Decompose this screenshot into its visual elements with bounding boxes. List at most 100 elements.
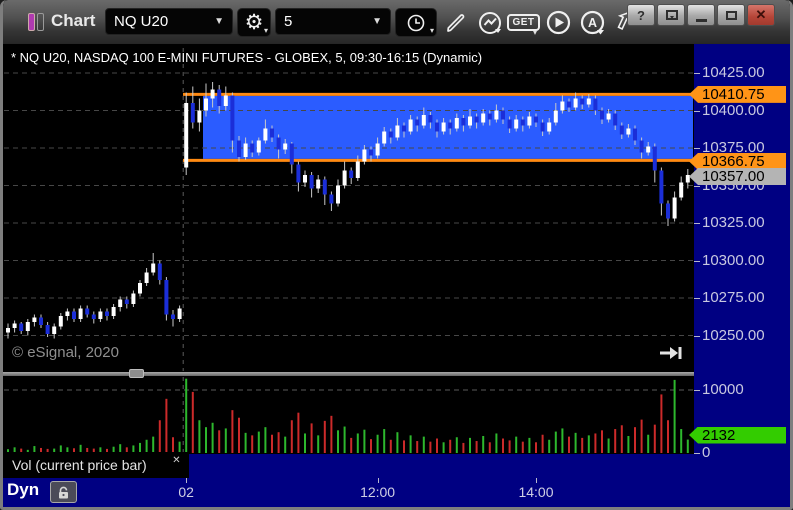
dock-button[interactable] bbox=[657, 4, 685, 26]
close-icon[interactable]: ✕ bbox=[170, 454, 183, 467]
chart-window: Chart NQ U20 ▼ ⚙ ▾ 5 ▼ ▾ GET ▾ A ? ✕ 104… bbox=[0, 0, 793, 510]
candle-body bbox=[527, 116, 532, 126]
volume-bar bbox=[462, 442, 465, 453]
candle-body bbox=[580, 98, 585, 105]
candle-body bbox=[65, 311, 70, 316]
candle-body bbox=[32, 317, 37, 322]
candle-body bbox=[276, 137, 281, 150]
candle-body bbox=[336, 185, 340, 204]
candle-body bbox=[369, 149, 373, 156]
volume-bar bbox=[330, 415, 333, 453]
current-volume-badge: 2132 bbox=[689, 426, 786, 444]
axis-tick bbox=[694, 110, 700, 112]
lock-icon bbox=[59, 486, 68, 498]
candle-body bbox=[349, 170, 354, 178]
candle-body bbox=[487, 113, 492, 120]
candle-body bbox=[448, 122, 453, 129]
volume-axis-label: 0 bbox=[702, 444, 711, 461]
pane-splitter[interactable] bbox=[3, 369, 694, 378]
gear-icon: ⚙ bbox=[244, 11, 264, 34]
studies-button[interactable] bbox=[474, 7, 505, 38]
volume-bar bbox=[304, 433, 306, 453]
volume-bar bbox=[158, 420, 161, 453]
candle-body bbox=[85, 308, 90, 315]
candle-body bbox=[395, 125, 400, 138]
play-button[interactable] bbox=[543, 7, 574, 38]
candle-body bbox=[534, 116, 538, 123]
volume-bar bbox=[449, 439, 452, 453]
consolidation-zone bbox=[203, 95, 693, 159]
candlestick-chart[interactable] bbox=[3, 44, 694, 456]
candle-body bbox=[190, 103, 195, 123]
axis-tick bbox=[694, 390, 700, 391]
volume-bar bbox=[515, 436, 518, 453]
axis-tick bbox=[694, 453, 700, 454]
candle-body bbox=[435, 122, 439, 132]
volume-bar bbox=[601, 430, 603, 453]
candle-body bbox=[666, 203, 670, 219]
titlebar[interactable]: Chart NQ U20 ▼ ⚙ ▾ 5 ▼ ▾ GET ▾ A ? ✕ bbox=[3, 0, 790, 44]
candle-body bbox=[355, 161, 360, 178]
volume-bar bbox=[620, 425, 623, 453]
candle-body bbox=[217, 89, 222, 106]
zone-bottom-badge: 10366.75 bbox=[689, 152, 786, 170]
candle-body bbox=[567, 101, 571, 108]
candle-body bbox=[672, 197, 677, 219]
price-axis[interactable]: 10425.00 10400.00 10375.00 10350.00 10325.00… bbox=[689, 44, 790, 507]
help-button[interactable]: ? bbox=[627, 4, 655, 26]
time-axis-label: 02 bbox=[178, 484, 194, 500]
volume-bar bbox=[297, 412, 300, 453]
candle-body bbox=[210, 89, 215, 99]
candle-body bbox=[105, 311, 109, 316]
get-data-button[interactable]: GET ▾ bbox=[507, 7, 540, 38]
volume-bar bbox=[488, 442, 491, 453]
lock-button[interactable] bbox=[50, 481, 77, 503]
volume-bar bbox=[521, 441, 524, 453]
candle-body bbox=[679, 182, 684, 198]
maximize-button[interactable] bbox=[717, 4, 745, 26]
time-template-button[interactable]: ▾ bbox=[395, 8, 437, 37]
candle-body bbox=[468, 116, 472, 126]
splitter-handle[interactable] bbox=[129, 369, 144, 378]
candle-body bbox=[573, 98, 578, 108]
axis-tick bbox=[377, 478, 379, 483]
goto-latest-button[interactable] bbox=[659, 345, 683, 366]
dynamic-mode-button[interactable]: Dyn bbox=[7, 480, 39, 500]
pencil-icon bbox=[446, 13, 464, 32]
volume-bar bbox=[198, 420, 201, 453]
candle-body bbox=[342, 170, 347, 186]
candle-body bbox=[243, 143, 248, 157]
volume-bar bbox=[224, 428, 227, 453]
volume-bar bbox=[244, 432, 247, 453]
chevron-down-icon: ▾ bbox=[263, 26, 268, 35]
interval-select[interactable]: 5 ▼ bbox=[275, 8, 391, 35]
settings-button[interactable]: ⚙ ▾ bbox=[237, 8, 271, 37]
alerts-button[interactable]: A bbox=[577, 7, 608, 38]
volume-bar bbox=[310, 423, 313, 453]
clock-icon bbox=[407, 14, 425, 31]
volume-bar bbox=[422, 436, 425, 453]
volume-bar bbox=[343, 426, 346, 453]
time-axis-label: 14:00 bbox=[518, 484, 554, 500]
candle-body bbox=[441, 122, 446, 132]
volume-bar bbox=[475, 441, 478, 453]
candle-body bbox=[553, 110, 558, 123]
candle-body bbox=[144, 272, 149, 283]
candle-body bbox=[309, 175, 314, 189]
symbol-select[interactable]: NQ U20 ▼ bbox=[105, 8, 233, 35]
volume-bar bbox=[667, 420, 669, 453]
volume-bar bbox=[568, 436, 570, 453]
svg-text:A: A bbox=[588, 16, 597, 30]
volume-bar bbox=[231, 410, 234, 453]
volume-bar bbox=[554, 431, 557, 453]
chart-title: * NQ U20, NASDAQ 100 E-MINI FUTURES - GL… bbox=[11, 50, 483, 65]
minimize-button[interactable] bbox=[687, 4, 715, 26]
candle-body bbox=[177, 308, 182, 319]
draw-tool-button[interactable] bbox=[440, 7, 471, 38]
candle-body bbox=[263, 128, 268, 141]
candle-body bbox=[415, 119, 420, 126]
candle-body bbox=[111, 307, 116, 316]
close-button[interactable]: ✕ bbox=[747, 4, 775, 26]
candle-body bbox=[283, 143, 288, 150]
time-axis[interactable]: 02 12:00 14:00 bbox=[3, 478, 694, 507]
